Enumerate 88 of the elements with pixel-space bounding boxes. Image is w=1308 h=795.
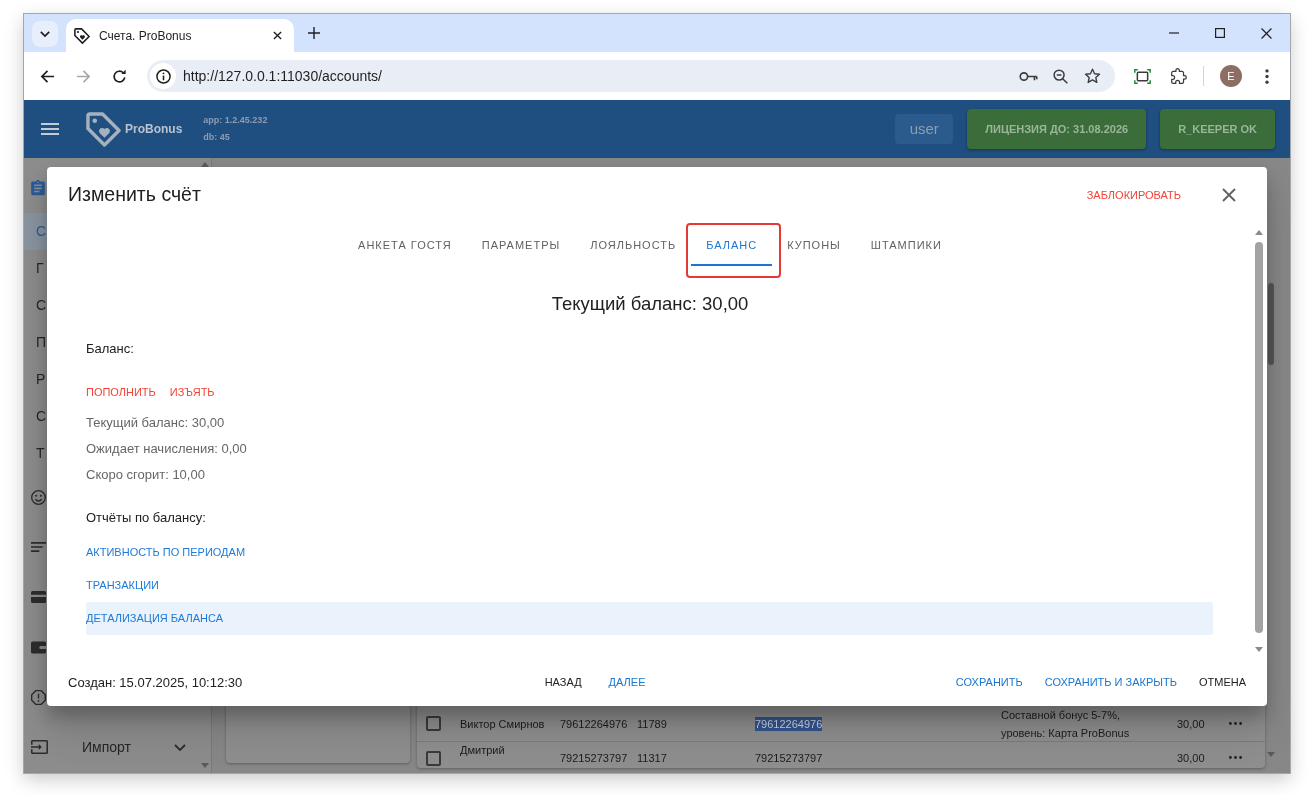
- scrollbar-thumb[interactable]: [1255, 242, 1263, 633]
- sidebar-item[interactable]: С: [24, 287, 47, 324]
- save-button[interactable]: СОХРАНИТЬ: [947, 667, 1031, 698]
- close-icon[interactable]: [1222, 188, 1236, 202]
- table-cell-text: Составной бонус 5-7%, уровень: Карта ProBonus: [1001, 707, 1131, 741]
- balance-text: Ожидает начисления: 0,00: [86, 440, 247, 458]
- tab[interactable]: БАЛАНС: [691, 227, 773, 266]
- chevron-down-icon: [40, 31, 50, 37]
- address-bar[interactable]: http://127.0.0.1:11030/accounts/: [147, 60, 1115, 92]
- cancel-button[interactable]: ОТМЕНА: [1190, 667, 1254, 698]
- tab[interactable]: КУПОНЫ: [780, 227, 848, 266]
- status-button[interactable]: R_KEEPER OK: [1160, 109, 1275, 149]
- tab[interactable]: ПАРАМЕТРЫ: [474, 227, 568, 266]
- block-button[interactable]: ЗАБЛОКИРОВАТЬ: [1078, 180, 1189, 210]
- tab[interactable]: ШТАМПИКИ: [863, 227, 949, 266]
- status-button[interactable]: ЛИЦЕНЗИЯ ДО: 31.08.2026: [967, 109, 1147, 149]
- smiley-icon[interactable]: [31, 489, 46, 505]
- zoom-out-icon[interactable]: [1052, 68, 1068, 84]
- tab[interactable]: АНКЕТА ГОСТЯ: [351, 227, 459, 266]
- tag-icon: [74, 27, 90, 44]
- menu-icon[interactable]: [41, 123, 59, 135]
- sidebar-item[interactable]: Импорт: [24, 722, 211, 772]
- report-link[interactable]: ТРАНЗАКЦИИ: [86, 569, 1213, 602]
- version-text: app: 1.2.45.232: [203, 114, 268, 127]
- tag-logo-icon: [86, 111, 121, 147]
- info-icon[interactable]: [150, 63, 176, 89]
- logo-text: ProBonus: [125, 121, 183, 138]
- plus-icon[interactable]: [308, 27, 320, 39]
- browser-tab[interactable]: Счета. ProBonus: [66, 19, 294, 52]
- reload-icon[interactable]: [111, 68, 127, 84]
- more-icon[interactable]: [1229, 756, 1242, 759]
- table-cell: Дмитрий: [460, 743, 505, 757]
- card-icon[interactable]: [31, 591, 46, 603]
- checkbox[interactable]: [426, 751, 441, 766]
- version-text: db: 45: [203, 131, 231, 144]
- balance-text: Скоро сгорит: 10,00: [86, 466, 205, 484]
- key-icon[interactable]: [1018, 70, 1038, 82]
- table-cell: 79612264976: [755, 716, 823, 731]
- user-button[interactable]: user: [895, 114, 954, 144]
- table-cell: 79215273797: [560, 751, 628, 765]
- save-and-close-button[interactable]: СОХРАНИТЬ И ЗАКРЫТЬ: [1036, 667, 1185, 698]
- import-icon: [31, 740, 48, 754]
- table-cell: 79215273797: [755, 751, 823, 765]
- balance-heading: Текущий баланс: 30,00: [550, 292, 750, 316]
- balance-action-button[interactable]: ПОПОЛНИТЬ: [86, 380, 156, 404]
- tab[interactable]: ЛОЯЛЬНОСТЬ: [583, 227, 684, 266]
- close-icon[interactable]: [273, 31, 282, 40]
- table-cell: 11789: [637, 716, 667, 731]
- dialog-title: Изменить счёт: [68, 182, 201, 208]
- clipboard-icon[interactable]: [31, 180, 45, 196]
- tab-list-button[interactable]: [32, 21, 58, 47]
- scrollbar-thumb[interactable]: [1268, 283, 1274, 365]
- report-link[interactable]: ДЕТАЛИЗАЦИЯ БАЛАНСА: [86, 602, 1213, 635]
- star-icon[interactable]: [1083, 68, 1101, 84]
- frame-icon[interactable]: [1133, 68, 1151, 84]
- puzzle-icon[interactable]: [1171, 68, 1187, 84]
- back-arrow-icon[interactable]: [39, 68, 55, 84]
- balance-action-button[interactable]: ИЗЪЯТЬ: [169, 380, 215, 404]
- sidebar-item[interactable]: С: [24, 398, 47, 435]
- url-text: http://127.0.0.1:11030/accounts/: [183, 66, 382, 86]
- sidebar-item[interactable]: Г: [24, 250, 47, 287]
- section-label: Отчёты по балансу:: [86, 510, 207, 526]
- table-cell: 11317: [637, 751, 667, 765]
- created-text: Создан: 15.07.2025, 10:12:30: [68, 673, 243, 692]
- report-link[interactable]: АКТИВНОСТЬ ПО ПЕРИОДАМ: [86, 536, 1213, 569]
- more-icon[interactable]: [1229, 722, 1242, 725]
- close-icon[interactable]: [1260, 27, 1272, 39]
- back-button[interactable]: НАЗАД: [536, 667, 590, 698]
- section-label: Баланс:: [86, 341, 135, 357]
- checkbox[interactable]: [426, 716, 441, 731]
- table-cell: 30,00: [1177, 716, 1205, 731]
- alert-octagon-icon[interactable]: [31, 689, 46, 705]
- next-button[interactable]: ДАЛЕЕ: [600, 667, 654, 698]
- sidebar-item[interactable]: П: [24, 324, 47, 361]
- profile-avatar[interactable]: E: [1220, 65, 1242, 87]
- wallet-icon[interactable]: [31, 640, 46, 654]
- forward-arrow-icon[interactable]: [75, 68, 91, 84]
- scroll-up-icon[interactable]: [1255, 230, 1263, 235]
- lines-icon[interactable]: [31, 542, 46, 552]
- sidebar-item[interactable]: Р: [24, 361, 47, 398]
- table-cell: Виктор Смирнов: [460, 716, 545, 731]
- more-vertical-icon[interactable]: [1265, 68, 1269, 84]
- scroll-down-icon[interactable]: [1255, 647, 1263, 652]
- sidebar-item[interactable]: Т: [24, 435, 47, 472]
- table-cell: 79612264976: [560, 716, 628, 731]
- maximize-icon[interactable]: [1215, 28, 1225, 38]
- balance-text: Текущий баланс: 30,00: [86, 414, 225, 432]
- table-cell: 30,00: [1177, 751, 1205, 765]
